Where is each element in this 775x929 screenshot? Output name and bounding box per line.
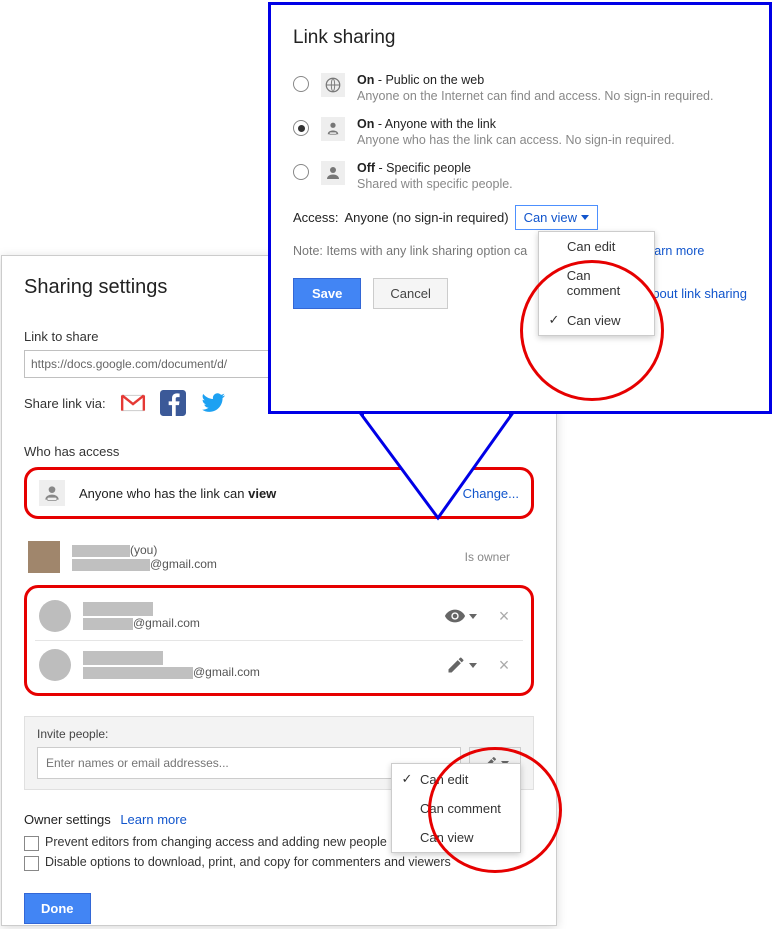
globe-icon xyxy=(321,73,345,97)
collaborator-row: @gmail.com × xyxy=(35,592,523,640)
link-person-icon xyxy=(39,480,65,506)
radio-icon xyxy=(293,76,309,92)
facebook-icon[interactable] xyxy=(160,390,186,416)
avatar xyxy=(28,541,60,573)
menu-item-can-edit[interactable]: ✓Can edit xyxy=(392,764,520,794)
people-list: (you) @gmail.com Is owner @gmail.com × xyxy=(24,533,534,696)
invite-role-menu: ✓Can edit Can comment Can view xyxy=(391,763,521,853)
access-label: Access: xyxy=(293,210,339,225)
done-button[interactable]: Done xyxy=(24,893,91,924)
option-anyone-link[interactable]: On - Anyone with the link Anyone who has… xyxy=(293,117,747,147)
option-specific[interactable]: Off - Specific people Shared with specif… xyxy=(293,161,747,191)
collaborator-name: @gmail.com xyxy=(83,602,432,631)
owner-learn-more-link[interactable]: Learn more xyxy=(120,812,186,827)
link-access-row: Anyone who has the link can view Change.… xyxy=(24,467,534,519)
radio-icon xyxy=(293,120,309,136)
menu-item-can-view[interactable]: Can view xyxy=(392,823,520,852)
access-dropdown[interactable]: Can view xyxy=(515,205,598,230)
link-access-text: Anyone who has the link can view xyxy=(79,486,449,501)
gmail-icon[interactable] xyxy=(120,390,146,416)
person-icon xyxy=(321,161,345,185)
owner-settings-label: Owner settings xyxy=(24,812,111,827)
is-owner-label: Is owner xyxy=(390,550,530,564)
remove-person-button[interactable]: × xyxy=(489,606,519,627)
menu-item-can-comment[interactable]: Can comment xyxy=(539,261,654,305)
collaborator-name: @gmail.com xyxy=(83,651,434,680)
menu-item-can-edit[interactable]: Can edit xyxy=(539,232,654,261)
access-who: Anyone (no sign-in required) xyxy=(345,210,509,225)
role-edit-dropdown[interactable] xyxy=(446,655,477,675)
checkbox-icon xyxy=(24,856,39,871)
check-icon: ✓ xyxy=(400,771,414,787)
link-sharing-popup: Link sharing On - Public on the web Anyo… xyxy=(268,2,772,414)
share-via-label: Share link via: xyxy=(24,396,106,411)
link-person-icon xyxy=(321,117,345,141)
role-view-dropdown[interactable] xyxy=(444,605,477,627)
menu-item-can-view[interactable]: ✓Can view xyxy=(539,305,654,335)
save-button[interactable]: Save xyxy=(293,278,361,309)
option-public[interactable]: On - Public on the web Anyone on the Int… xyxy=(293,73,747,103)
radio-icon xyxy=(293,164,309,180)
owner-row: (you) @gmail.com Is owner xyxy=(24,533,534,581)
collaborator-row: @gmail.com × xyxy=(35,640,523,689)
twitter-icon[interactable] xyxy=(200,390,226,416)
avatar xyxy=(39,649,71,681)
owner-name: (you) @gmail.com xyxy=(72,543,378,571)
remove-person-button[interactable]: × xyxy=(489,655,519,676)
invite-label: Invite people: xyxy=(37,727,521,741)
invite-people-box: Invite people: ✓Can edit Can comment Can… xyxy=(24,716,534,790)
menu-item-can-comment[interactable]: Can comment xyxy=(392,794,520,823)
avatar xyxy=(39,600,71,632)
access-dropdown-menu: Can edit Can comment ✓Can view xyxy=(538,231,655,336)
caret-down-icon xyxy=(581,215,589,220)
popup-title: Link sharing xyxy=(293,27,747,49)
checkbox-icon xyxy=(24,836,39,851)
check-icon: ✓ xyxy=(547,312,561,328)
collaborator-list-highlight: @gmail.com × @gmail.com × xyxy=(24,585,534,696)
who-has-access-label: Who has access xyxy=(24,444,534,459)
change-link[interactable]: Change... xyxy=(463,486,519,501)
access-row: Access: Anyone (no sign-in required) Can… xyxy=(293,205,747,230)
learn-link-sharing-link[interactable]: about link sharing xyxy=(645,286,747,301)
cancel-button[interactable]: Cancel xyxy=(373,278,447,309)
checkbox-disable-download[interactable]: Disable options to download, print, and … xyxy=(24,855,534,871)
note-text: Note: Items with any link sharing option… xyxy=(293,244,747,258)
